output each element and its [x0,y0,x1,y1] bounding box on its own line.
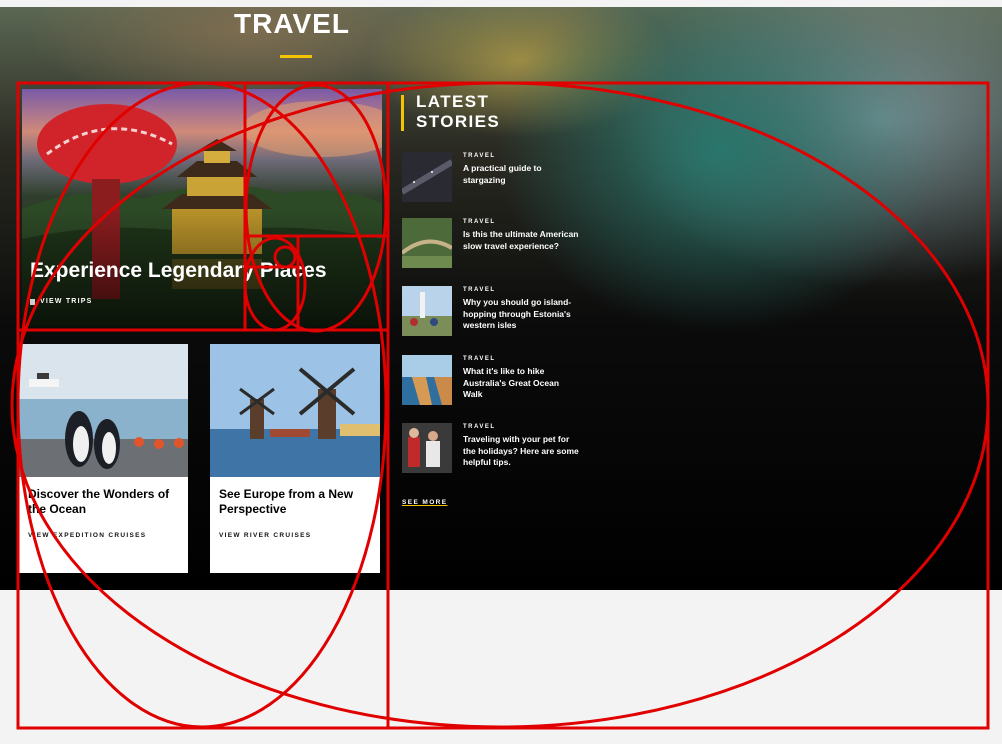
story-thumbnail [402,423,452,473]
story-title[interactable]: What it's like to hike Australia's Great… [463,366,579,401]
story-category: TRAVEL [463,287,496,293]
view-trips-label: VIEW TRIPS [40,298,93,305]
story-thumbnail [402,152,452,202]
story-item[interactable]: TRAVEL Why you should go island-hopping … [402,286,582,344]
feature-title[interactable]: Experience Legendary Places [30,259,327,283]
story-category: TRAVEL [463,356,496,362]
story-item[interactable]: TRAVEL What it's like to hike Australia'… [402,355,582,413]
story-item[interactable]: TRAVEL Traveling with your pet for the h… [402,423,582,481]
story-item[interactable]: TRAVEL A practical guide to stargazing [402,152,582,210]
card-ocean-title[interactable]: Discover the Wonders of the Ocean [28,487,178,517]
title-underline [280,55,312,58]
latest-accent-bar [401,95,404,131]
section-title: TRAVEL [234,8,350,39]
story-title[interactable]: A practical guide to stargazing [463,163,579,186]
card-river-title[interactable]: See Europe from a New Perspective [219,487,369,517]
story-category: TRAVEL [463,153,496,159]
card-ocean-image [19,344,188,477]
story-title[interactable]: Is this the ultimate American slow trave… [463,229,579,252]
latest-stories-heading: LATEST STORIES [416,92,501,131]
story-item[interactable]: TRAVEL Is this the ultimate American slo… [402,218,582,276]
story-thumbnail [402,355,452,405]
story-thumbnail [402,218,452,268]
story-thumbnail [402,286,452,336]
story-category: TRAVEL [463,424,496,430]
card-river-image [210,344,380,477]
card-river-cruises[interactable]: See Europe from a New Perspective VIEW R… [210,344,380,573]
view-trips-link[interactable]: VIEW TRIPS [30,298,92,305]
view-river-cruises-link[interactable]: VIEW RIVER CRUISES [219,532,311,539]
see-more-link[interactable]: SEE MORE [402,499,448,506]
story-title[interactable]: Traveling with your pet for the holidays… [463,434,579,469]
story-title[interactable]: Why you should go island-hopping through… [463,297,579,332]
feature-card[interactable]: Experience Legendary Places VIEW TRIPS [22,89,382,327]
story-category: TRAVEL [463,219,496,225]
card-ocean-cruises[interactable]: Discover the Wonders of the Ocean VIEW E… [19,344,188,573]
top-band [0,0,1002,7]
view-expedition-cruises-link[interactable]: VIEW EXPEDITION CRUISES [28,532,146,539]
play-square-icon [30,298,35,305]
